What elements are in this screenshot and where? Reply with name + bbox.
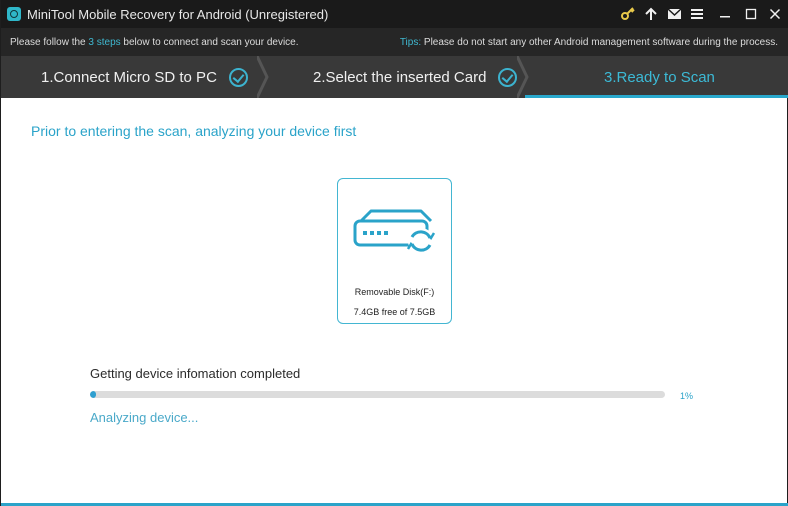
menu-icon[interactable]	[687, 4, 707, 24]
active-step-indicator	[525, 95, 788, 98]
tips-label: Tips:	[399, 37, 422, 48]
removable-disk-icon	[353, 209, 436, 254]
step-2: 2.Select the inserted Card	[313, 56, 518, 98]
step-separator-icon	[517, 56, 529, 98]
minimize-icon[interactable]	[715, 4, 735, 24]
step-1: 1.Connect Micro SD to PC	[41, 56, 248, 98]
title-bar: MiniTool Mobile Recovery for Android (Un…	[1, 0, 788, 28]
page-heading: Prior to entering the scan, analyzing yo…	[31, 123, 357, 139]
analyzing-status: Analyzing device...	[90, 410, 199, 425]
instructions-suffix: below to connect and scan your device.	[120, 37, 299, 48]
mail-icon[interactable]	[664, 4, 684, 24]
step-3: 3.Ready to Scan	[604, 56, 715, 98]
instructions-text: Please follow the 3 steps below to conne…	[10, 37, 299, 48]
step-3-label: 3.Ready to Scan	[604, 68, 715, 86]
progress-percent: 1%	[680, 391, 694, 401]
progress-bar	[90, 391, 665, 398]
check-circle-icon	[228, 67, 248, 87]
device-card[interactable]: Removable Disk(F:) 7.4GB free of 7.5GB	[337, 178, 452, 324]
device-space: 7.4GB free of 7.5GB	[353, 307, 436, 317]
progress-fill	[90, 391, 96, 398]
key-icon[interactable]	[618, 4, 638, 24]
check-circle-icon	[498, 67, 518, 87]
app-logo-icon	[7, 7, 21, 21]
device-name: Removable Disk(F:)	[354, 287, 435, 297]
instructions-prefix: Please follow the	[10, 37, 89, 48]
step-separator-icon	[257, 56, 269, 98]
status-text: Getting device infomation completed	[90, 366, 301, 381]
step-1-label: 1.Connect Micro SD to PC	[41, 68, 217, 86]
window-title: MiniTool Mobile Recovery for Android (Un…	[27, 7, 329, 22]
close-icon[interactable]	[765, 4, 785, 24]
upload-icon[interactable]	[641, 4, 661, 24]
maximize-icon[interactable]	[741, 4, 761, 24]
tips-message: Please do not start any other Android ma…	[421, 37, 778, 48]
instruction-bar: Please follow the 3 steps below to conne…	[1, 28, 788, 56]
step-2-label: 2.Select the inserted Card	[313, 68, 487, 86]
app-window: MiniTool Mobile Recovery for Android (Un…	[0, 0, 788, 506]
step-bar: 1.Connect Micro SD to PC 2.Select the in…	[1, 56, 788, 98]
steps-highlight: 3 steps	[88, 37, 121, 48]
tips-text: Tips: Please do not start any other Andr…	[400, 37, 778, 48]
